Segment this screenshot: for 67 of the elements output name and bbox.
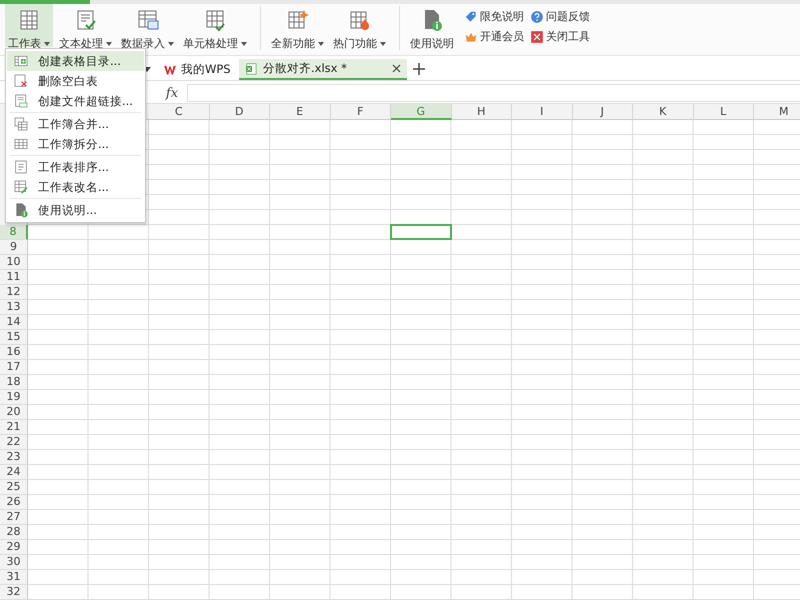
toolbar-button[interactable]: 工作表 xyxy=(5,4,53,47)
tables-icon xyxy=(13,116,29,132)
toolbar-link[interactable]: 开通会员 xyxy=(464,29,524,44)
table-plus-icon xyxy=(13,53,29,69)
row-header[interactable]: 30 xyxy=(0,555,28,570)
toolbar-link[interactable]: 限免说明 xyxy=(464,9,524,24)
row-header[interactable]: 15 xyxy=(0,330,28,345)
row-header[interactable]: 25 xyxy=(0,480,28,495)
row-header[interactable]: 17 xyxy=(0,360,28,375)
list-icon xyxy=(13,159,29,175)
row-header[interactable]: 28 xyxy=(0,525,28,540)
menu-item[interactable]: 创建表格目录... xyxy=(7,51,144,71)
row-header[interactable]: 21 xyxy=(0,420,28,435)
table-number-icon xyxy=(136,8,160,32)
toolbar-link[interactable]: 关闭工具 xyxy=(530,29,590,44)
document-tab[interactable]: 分散对齐.xlsx * xyxy=(239,59,407,80)
add-icon[interactable] xyxy=(413,63,425,75)
row-header[interactable]: 31 xyxy=(0,570,28,585)
row-header[interactable]: 10 xyxy=(0,255,28,270)
selected-cell[interactable] xyxy=(390,224,452,240)
column-header[interactable]: F xyxy=(330,104,391,120)
row-header[interactable]: 27 xyxy=(0,510,28,525)
function-button[interactable]: fx xyxy=(157,86,187,100)
menu-item[interactable]: 工作簿拆分... xyxy=(7,134,144,154)
row-header[interactable]: 19 xyxy=(0,390,28,405)
toolbar-button[interactable]: 热门功能 xyxy=(330,4,389,47)
help-icon xyxy=(530,10,544,24)
grid-icon xyxy=(13,136,29,152)
column-header[interactable]: D xyxy=(210,104,270,120)
row-header[interactable]: 23 xyxy=(0,450,28,465)
document-tab[interactable]: 我的WPS xyxy=(157,59,239,80)
toolbar-button[interactable]: 数据录入 xyxy=(118,4,177,47)
document-link-icon xyxy=(13,93,29,109)
row-header[interactable]: 22 xyxy=(0,435,28,450)
spreadsheet-file-icon xyxy=(245,62,259,76)
row-header[interactable]: 29 xyxy=(0,540,28,555)
menu-item[interactable]: 使用说明... xyxy=(7,200,144,220)
close-icon xyxy=(530,30,544,44)
row-header[interactable]: 32 xyxy=(0,585,28,600)
row-header[interactable]: 26 xyxy=(0,495,28,510)
row-header[interactable]: 20 xyxy=(0,405,28,420)
row-header[interactable]: 13 xyxy=(0,300,28,315)
toolbar-button[interactable]: 使用说明 xyxy=(407,4,457,47)
row-header[interactable]: 14 xyxy=(0,315,28,330)
toolbar-button[interactable]: 单元格处理 xyxy=(180,4,250,47)
menu-item[interactable]: 创建文件超链接... xyxy=(7,91,144,111)
toolbar-button[interactable]: 全新功能 xyxy=(268,4,327,47)
close-icon[interactable] xyxy=(392,64,401,73)
row-header[interactable]: 11 xyxy=(0,270,28,285)
tag-icon xyxy=(464,10,478,24)
menu-item[interactable]: 工作簿合并... xyxy=(7,114,144,134)
document-cross-icon xyxy=(13,73,29,89)
row-header[interactable]: 12 xyxy=(0,285,28,300)
column-header[interactable]: J xyxy=(572,104,633,120)
menu-item[interactable]: 工作表排序... xyxy=(7,157,144,177)
row-header[interactable]: 18 xyxy=(0,375,28,390)
toolbar-button[interactable]: 文本处理 xyxy=(56,4,115,47)
row-header[interactable]: 9 xyxy=(0,240,28,255)
menu-item[interactable]: 工作表改名... xyxy=(7,177,144,197)
row-header[interactable]: 24 xyxy=(0,465,28,480)
toolbar-link[interactable]: 问题反馈 xyxy=(530,9,590,24)
column-header[interactable]: L xyxy=(694,104,754,120)
column-header[interactable]: H xyxy=(452,104,512,120)
table-pencil-icon xyxy=(13,179,29,195)
menu-item[interactable]: 删除空白表 xyxy=(7,71,144,91)
row-header[interactable]: 16 xyxy=(0,345,28,360)
formula-field[interactable] xyxy=(187,84,800,102)
